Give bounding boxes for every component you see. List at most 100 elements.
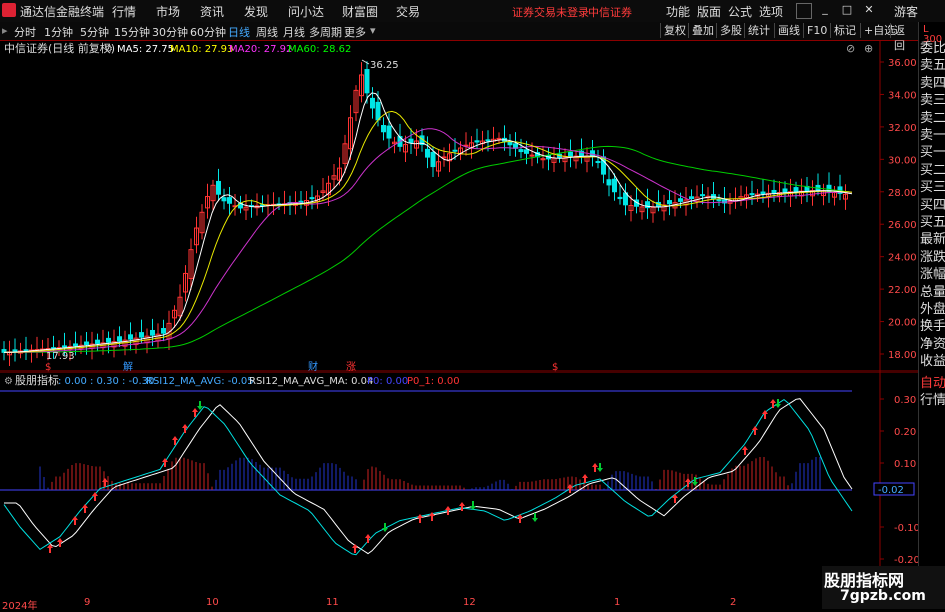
side-item-16[interactable]: 换手 [920, 318, 945, 335]
app-name: 通达信金融终端 [20, 5, 105, 19]
side-item-8[interactable]: 买三 [920, 179, 945, 196]
side-item-6[interactable]: 买一 [920, 144, 945, 161]
ma5-label: MA5: 27.75 [117, 44, 174, 55]
rsi-avg-label: RSI12_MA_AVG: -0.05 [146, 376, 254, 387]
price-tick-0: 36.00 [888, 58, 917, 69]
tab-duozhouqi[interactable]: 多周期 [309, 24, 342, 40]
indicator-settings-icon[interactable]: ⚙ [4, 376, 13, 387]
candlesticks [1, 61, 848, 367]
side-item-5[interactable]: 卖一 [920, 127, 945, 144]
login-warning[interactable]: 证券交易未登录 [512, 4, 589, 20]
menu-faxian[interactable]: 发现 [244, 3, 268, 20]
broker-name[interactable]: 中信证券 [588, 4, 632, 20]
rsi-avg-line [3, 398, 853, 556]
guest-label[interactable]: 游客 [894, 3, 918, 20]
dropdown-icon[interactable]: ▸ [2, 24, 8, 37]
period-bar: ▸ 分时 1分钟 5分钟 15分钟 30分钟 60分钟 日线 周线 月线 多周期… [0, 22, 918, 52]
tab-30min[interactable]: 30分钟 [152, 24, 188, 40]
price-tick-8: 20.00 [888, 318, 917, 329]
ma60-line [4, 145, 853, 353]
menu-zixun[interactable]: 资讯 [200, 3, 224, 20]
side-item-4[interactable]: 卖二 [920, 110, 945, 127]
zoom-icon[interactable]: ⊘ [846, 42, 855, 55]
menu-gongshi[interactable]: 公式 [728, 3, 752, 20]
close-icon[interactable]: ✕ [862, 3, 876, 17]
xaxis-label-2: 2 [730, 597, 737, 608]
price-tick-7: 22.00 [888, 285, 917, 296]
side-item-0[interactable]: 委比 [920, 40, 945, 57]
tab-15min[interactable]: 15分钟 [114, 24, 150, 40]
add-icon[interactable]: ⊕ [864, 42, 873, 55]
gengduo-chevron-icon[interactable]: ▾ [370, 24, 376, 37]
menu-shichang[interactable]: 市场 [156, 3, 180, 20]
indicator-chart[interactable]: 0.30 0.20 0.10 -0.10 -0.20 -0.02 ⚙ 股朋指标 : 0.… [0, 372, 918, 597]
side-item-17[interactable]: 净资 [920, 336, 945, 353]
signal-arrows [47, 399, 781, 553]
side-item-19[interactable]: 自动 [920, 375, 945, 392]
menu-banmian[interactable]: 版面 [697, 3, 721, 20]
tab-zhouxian[interactable]: 周线 [256, 24, 278, 40]
tab-fenshi[interactable]: 分时 [14, 24, 36, 40]
button-duogu[interactable]: 多股 [716, 23, 745, 38]
menu-jiaoyi[interactable]: 交易 [396, 3, 420, 20]
indicator-title: 股朋指标 [15, 373, 59, 387]
tab-5min[interactable]: 5分钟 [80, 24, 109, 40]
event-marker-cai[interactable]: 财 [308, 360, 318, 372]
side-item-11[interactable]: 最新 [920, 231, 945, 248]
rsi-ma-line [4, 398, 853, 555]
tab-rixian[interactable]: 日线 [228, 24, 250, 40]
side-item-9[interactable]: 买四 [920, 197, 945, 214]
side-item-18[interactable]: 收益 [920, 353, 945, 370]
menu-hangqing[interactable]: 行情 [112, 3, 136, 20]
tab-gengduo[interactable]: 更多 [344, 24, 366, 40]
xaxis-label-12: 12 [463, 597, 476, 608]
low-price-label: 17.93 [46, 351, 75, 362]
button-huaxian[interactable]: 画线 [774, 23, 803, 38]
event-marker-dividend-2[interactable]: $ [552, 362, 558, 372]
tab-yuexian[interactable]: 月线 [283, 24, 305, 40]
indicator-tick-1: 0.20 [894, 427, 916, 438]
tab-1min[interactable]: 1分钟 [44, 24, 73, 40]
settings-gear-icon[interactable]: ⚙ [104, 44, 113, 55]
quote-side-panel: L 300 委比 卖五 卖四 卖三 卖二 卖一 买一 买二 买三 买四 买五 最新 涨跌 涨幅 总量 外盘 换手… [918, 22, 945, 609]
side-item-2[interactable]: 卖四 [920, 75, 945, 92]
xaxis-label-1: 1 [614, 597, 621, 608]
menu-wenxiaoda[interactable]: 问小达 [288, 3, 324, 20]
button-fuquan[interactable]: 复权 [660, 23, 689, 38]
p0-1-label: P0_1: 0.00 [407, 376, 460, 387]
button-fanhui[interactable]: 返回 [890, 23, 918, 52]
price-tick-5: 26.00 [888, 220, 917, 231]
minimize-icon[interactable]: _ [818, 3, 832, 17]
price-tick-3: 30.00 [888, 155, 917, 166]
event-marker-zhang[interactable]: 涨 [346, 361, 356, 372]
app-logo-icon [2, 3, 16, 17]
side-item-20[interactable]: 行情 [920, 392, 945, 409]
side-item-12[interactable]: 涨跌 [920, 249, 945, 266]
side-item-7[interactable]: 买二 [920, 162, 945, 179]
kline-chart[interactable]: 36.00 34.00 32.00 30.00 28.00 26.00 24.00 22.00… [0, 40, 918, 372]
event-marker-dividend[interactable]: $ [45, 362, 51, 372]
side-item-15[interactable]: 外盘 [920, 301, 945, 318]
price-tick-1: 34.00 [888, 90, 917, 101]
watermark: 股朋指标网 7gpzb.com [822, 566, 945, 609]
xaxis-label-9: 9 [84, 597, 91, 608]
button-diejia[interactable]: 叠加 [688, 23, 717, 38]
side-item-3[interactable]: 卖三 [920, 92, 945, 109]
event-marker-jie[interactable]: 解 [123, 360, 133, 372]
side-item-1[interactable]: 卖五 [920, 57, 945, 74]
side-item-13[interactable]: 涨幅 [920, 266, 945, 283]
ma10-label: MA10: 27.93 [170, 44, 233, 55]
side-item-10[interactable]: 买五 [920, 214, 945, 231]
menu-gongneng[interactable]: 功能 [666, 3, 690, 20]
menu-caifuquan[interactable]: 财富圈 [342, 3, 378, 20]
menu-xuanxiang[interactable]: 选项 [759, 3, 783, 20]
tab-60min[interactable]: 60分钟 [190, 24, 226, 40]
maximize-icon[interactable]: □ [840, 3, 854, 17]
restore-icon[interactable] [796, 3, 812, 19]
button-tongji[interactable]: 统计 [744, 23, 773, 38]
price-tick-9: 18.00 [888, 350, 917, 361]
indicator-tick-5: -0.20 [894, 555, 918, 566]
button-biaoji[interactable]: 标记 [830, 23, 859, 38]
side-item-14[interactable]: 总量 [920, 284, 945, 301]
button-f10[interactable]: F10 [803, 23, 830, 38]
